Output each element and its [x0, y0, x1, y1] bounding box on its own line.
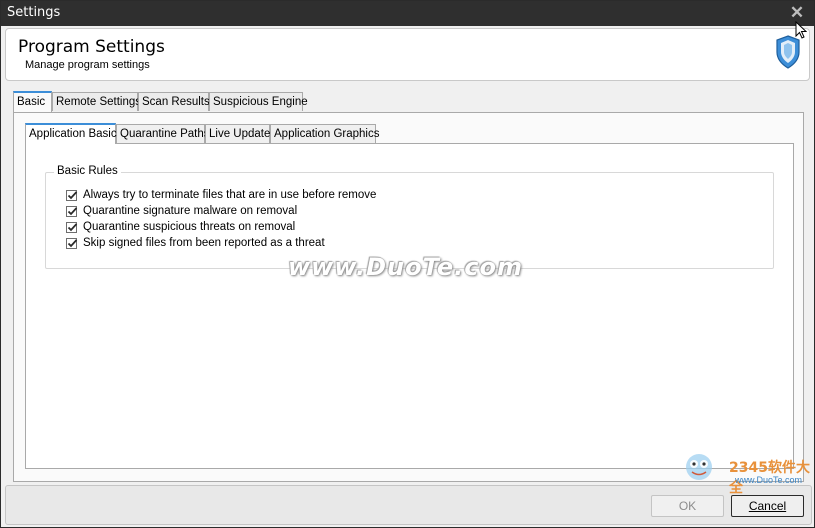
tab-quarantine-paths[interactable]: Quarantine Paths [116, 124, 210, 143]
shield-icon [776, 35, 800, 69]
tab-remote-settings[interactable]: Remote Settings [52, 92, 141, 111]
settings-window: Settings ✕ Program Settings Manage progr… [0, 0, 815, 528]
cancel-button-label: Cancel [748, 499, 787, 513]
watermark-text: www.DuoTe.com [288, 253, 523, 281]
checkbox-label: Quarantine suspicious threats on removal [83, 221, 296, 233]
group-legend: Basic Rules [54, 165, 121, 177]
rule-terminate-in-use[interactable]: Always try to terminate files that are i… [66, 187, 376, 203]
tab-basic[interactable]: Basic [13, 91, 52, 112]
checkmark-icon [67, 206, 78, 215]
checkmark-icon [67, 222, 78, 231]
checkbox-label: Skip signed files from been reported as … [83, 237, 325, 249]
title-bar[interactable]: Settings ✕ [1, 1, 814, 26]
tab-scan-results[interactable]: Scan Results [138, 92, 210, 111]
rule-quarantine-signature[interactable]: Quarantine signature malware on removal [66, 203, 297, 219]
checkbox[interactable] [66, 205, 78, 217]
basic-tab-panel: Application Basic Quarantine Paths Live … [13, 112, 804, 482]
checkbox-label: Always try to terminate files that are i… [83, 189, 377, 201]
checkmark-icon [67, 238, 78, 247]
checkmark-icon [67, 190, 78, 199]
corner-logo: 2345软件大全 www.DuoTe.com [677, 447, 814, 496]
ok-button[interactable]: OK [651, 495, 724, 517]
application-basic-panel: Basic Rules Always try to terminate file… [25, 143, 794, 469]
checkbox[interactable] [66, 189, 78, 201]
tab-live-update[interactable]: Live Update [205, 124, 270, 143]
cancel-button[interactable]: Cancel [731, 495, 804, 517]
page-title: Program Settings [18, 37, 165, 57]
checkbox[interactable] [66, 221, 78, 233]
logo-url: www.DuoTe.com [735, 475, 803, 485]
checkbox-label: Quarantine signature malware on removal [83, 205, 298, 217]
mouse-cursor-icon [795, 21, 807, 39]
page-subtitle: Manage program settings [25, 59, 150, 71]
tab-application-graphics[interactable]: Application Graphics [270, 124, 379, 143]
tab-suspicious-engine[interactable]: Suspicious Engine [209, 92, 308, 111]
button-bar: OK Cancel [5, 485, 812, 525]
tab-application-basic[interactable]: Application Basic [25, 123, 117, 144]
rule-quarantine-suspicious[interactable]: Quarantine suspicious threats on removal [66, 219, 295, 235]
checkbox[interactable] [66, 237, 78, 249]
mascot-icon [686, 454, 712, 480]
settings-header: Program Settings Manage program settings [5, 28, 810, 81]
window-title: Settings [7, 5, 61, 20]
rule-skip-signed[interactable]: Skip signed files from been reported as … [66, 235, 325, 251]
